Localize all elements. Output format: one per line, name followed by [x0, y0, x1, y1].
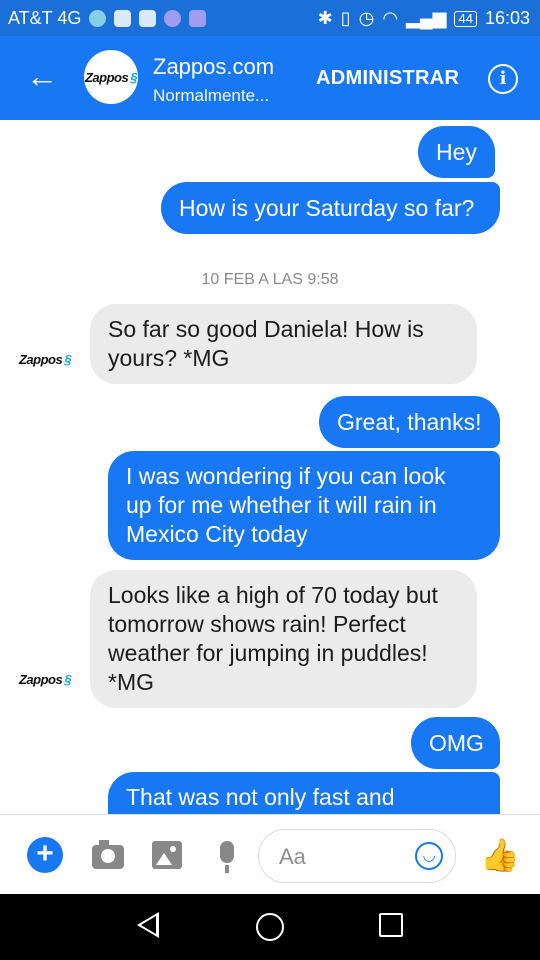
voicemail-icon	[114, 10, 132, 27]
nav-home-icon[interactable]	[256, 913, 284, 941]
message-composer: + ◡ 👍	[0, 814, 540, 895]
message-bubble-out[interactable]: I was wondering if you can look up for m…	[108, 451, 500, 560]
contact-status: Normalmente...	[153, 86, 270, 105]
clock: 16:03	[484, 8, 530, 28]
message-list[interactable]: Hey How is your Saturday so far? 10 FEB …	[0, 120, 540, 814]
zappos-logo: Zappos §	[84, 69, 138, 85]
back-arrow-icon[interactable]: ←	[26, 60, 58, 92]
administrar-button[interactable]: ADMINISTRAR	[316, 67, 459, 90]
bluetooth-icon: ✱	[317, 8, 333, 28]
message-bubble-in[interactable]: Looks like a high of 70 today but tomorr…	[90, 570, 477, 708]
alarm-icon: ◷	[358, 8, 375, 28]
message-bubble-out[interactable]: How is your Saturday so far?	[161, 182, 500, 234]
message-bubble-out[interactable]: Great, thanks!	[319, 396, 500, 448]
gallery-notification-icon	[139, 10, 157, 27]
plus-icon[interactable]: +	[27, 837, 63, 873]
battery-icon: 44	[454, 10, 477, 27]
conversation-header: ← Zappos § Zappos.com Normalmente... ADM…	[0, 36, 540, 120]
message-notification-icon	[189, 10, 207, 27]
zappos-logo: Zappos §	[18, 671, 72, 687]
thumbs-up-icon[interactable]: 👍	[480, 839, 520, 871]
message-bubble-out[interactable]: That was not only fast and	[108, 772, 500, 814]
nav-back-icon[interactable]	[137, 912, 159, 938]
contact-avatar[interactable]: Zappos §	[84, 50, 138, 104]
android-navigation-bar	[0, 894, 540, 960]
contact-name[interactable]: Zappos.com	[153, 54, 274, 80]
message-input-container[interactable]: ◡	[258, 829, 456, 883]
emoji-icon[interactable]: ◡	[415, 842, 443, 870]
notification-icon	[89, 10, 107, 27]
carrier-label: AT&T 4G	[8, 8, 82, 28]
message-bubble-in[interactable]: So far so good Daniela! How is yours? *M…	[90, 304, 477, 384]
zappos-logo: Zappos §	[18, 351, 72, 367]
status-bar: AT&T 4G ✱ ▯ ◷ ◠ ▂▄▆ 44 16:03	[0, 0, 540, 36]
image-icon[interactable]	[152, 841, 182, 869]
vibrate-icon: ▯	[340, 8, 351, 28]
message-input[interactable]	[277, 842, 401, 872]
nav-recents-icon[interactable]	[379, 913, 403, 937]
info-icon[interactable]: i	[488, 64, 518, 94]
signal-icon: ▂▄▆	[406, 8, 447, 28]
wifi-icon: ◠	[382, 8, 399, 28]
message-bubble-out[interactable]: Hey	[418, 126, 495, 178]
sender-avatar[interactable]: Zappos §	[18, 652, 72, 706]
message-bubble-out[interactable]: OMG	[411, 717, 500, 769]
viber-icon	[164, 10, 182, 27]
microphone-icon[interactable]	[220, 841, 234, 873]
message-timestamp: 10 FEB A LAS 9:58	[201, 271, 339, 288]
sender-avatar[interactable]: Zappos §	[18, 332, 72, 386]
camera-icon[interactable]	[92, 840, 124, 869]
